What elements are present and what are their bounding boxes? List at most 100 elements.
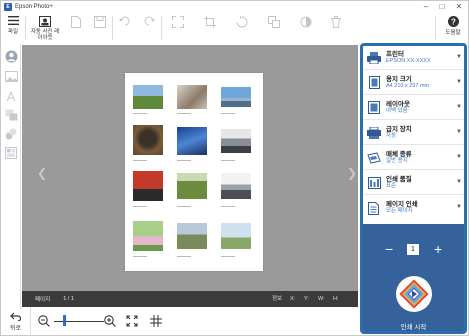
layout-tool-button[interactable] xyxy=(1,143,21,162)
height-label: H: xyxy=(333,296,339,302)
zoom-slider[interactable] xyxy=(54,321,104,322)
paper-preview xyxy=(125,73,263,271)
person-tool-button[interactable] xyxy=(1,45,21,67)
photo-thumbnail[interactable] xyxy=(133,85,163,109)
crop-button[interactable] xyxy=(194,13,226,28)
fit-to-window-icon[interactable] xyxy=(126,315,138,327)
text-icon: A xyxy=(7,90,16,102)
redo-button[interactable] xyxy=(137,13,161,26)
auto-photo-layout-label-2: 이아웃 xyxy=(37,35,53,41)
photo-thumbnail[interactable] xyxy=(221,87,251,107)
delete-button[interactable] xyxy=(322,13,350,28)
file-label: 파일 xyxy=(7,29,19,35)
caption-line xyxy=(133,256,147,257)
zoom-in-icon[interactable] xyxy=(104,315,116,327)
photo-thumbnail[interactable] xyxy=(221,223,251,249)
crop-icon xyxy=(204,16,216,28)
setting-printer[interactable]: 프린터 EPSON XX-XXXX ▼ xyxy=(363,46,464,70)
print-quality-icon xyxy=(365,173,383,193)
frame-icon xyxy=(5,109,17,120)
zoom-out-icon[interactable] xyxy=(38,315,50,327)
frame-tool-button[interactable] xyxy=(1,105,21,124)
caption-line xyxy=(133,206,147,207)
photo-tool-button[interactable] xyxy=(1,67,21,86)
svg-text:?: ? xyxy=(451,17,456,26)
copies-input[interactable]: 1 xyxy=(407,244,419,255)
close-button[interactable]: ✕ xyxy=(452,1,466,13)
photo-thumbnail[interactable] xyxy=(133,221,163,251)
adjust-icon xyxy=(300,16,312,28)
back-label: 뒤로 xyxy=(9,326,22,332)
previous-page-icon[interactable]: ❮ xyxy=(37,166,47,180)
setting-label: 용지 크기 xyxy=(386,75,412,83)
caption-line xyxy=(177,206,191,207)
stamp-icon xyxy=(5,128,16,139)
arrange-icon xyxy=(268,16,280,28)
save-button[interactable] xyxy=(88,13,112,28)
caption-line xyxy=(133,160,147,161)
chevron-down-icon: ▼ xyxy=(456,204,462,210)
setting-value: A4 210 x 297 mm xyxy=(386,82,430,89)
setting-label: 매체 종류 xyxy=(386,150,412,158)
setting-paper-source[interactable]: 급지 장치 자동 ▼ xyxy=(363,121,464,145)
print-settings-panel: 프린터 EPSON XX-XXXX ▼ 용지 크기 A4 210 x 297 m… xyxy=(360,43,467,334)
setting-media-type[interactable]: 매체 종류 일반 용지 ▼ xyxy=(363,146,464,170)
photo-thumbnail[interactable] xyxy=(133,125,163,155)
arrange-button[interactable] xyxy=(258,13,290,28)
text-tool-button[interactable]: A xyxy=(1,86,21,105)
status-bar: 페이지 1 / 1 정보 X: Y: W: H: xyxy=(22,291,358,307)
setting-value: 일반 용지 xyxy=(386,157,408,164)
setting-label: 프린터 xyxy=(386,50,404,58)
grid-icon[interactable] xyxy=(150,315,162,327)
decrease-copies-button[interactable]: − xyxy=(385,242,393,256)
photo-thumbnail[interactable] xyxy=(177,127,207,155)
fit-button[interactable] xyxy=(162,13,194,28)
rotate-button[interactable] xyxy=(226,13,258,28)
help-label: 도움말 xyxy=(445,30,461,36)
setting-paper-size[interactable]: 용지 크기 A4 210 x 297 mm ▼ xyxy=(363,71,464,95)
setting-print-pages[interactable]: 페이지 인쇄 모든 페이지 ▼ xyxy=(363,196,464,220)
help-button[interactable]: ? 도움말 xyxy=(436,13,469,36)
undo-button[interactable] xyxy=(113,13,137,26)
redo-icon xyxy=(144,16,155,26)
new-page-button[interactable] xyxy=(64,13,88,28)
back-button[interactable]: 뒤로 xyxy=(1,307,31,336)
caption-line xyxy=(177,256,191,257)
photo-thumbnail[interactable] xyxy=(221,173,251,199)
setting-print-quality[interactable]: 인쇄 품질 표준 ▼ xyxy=(363,171,464,195)
photo-thumbnail[interactable] xyxy=(177,223,207,249)
file-menu-button[interactable]: 파일 xyxy=(1,13,25,35)
window-title: Epson Photo+ xyxy=(15,4,53,10)
preview-canvas[interactable]: ❮ ❯ xyxy=(22,45,358,291)
photo-thumbnail[interactable] xyxy=(133,171,163,201)
save-icon xyxy=(94,16,106,28)
maximize-button[interactable]: □ xyxy=(435,1,449,13)
chevron-down-icon: ▼ xyxy=(456,129,462,135)
media-type-icon xyxy=(365,148,383,168)
x-coordinate-label: X: xyxy=(290,296,296,302)
svg-text:A: A xyxy=(7,90,16,102)
y-coordinate-label: Y: xyxy=(304,296,309,302)
stamp-tool-button[interactable] xyxy=(1,124,21,143)
toolbar: 파일 자동 사진 레 이아웃 ? 도움말 xyxy=(1,13,469,43)
caption-line xyxy=(221,113,235,114)
increase-copies-button[interactable]: + xyxy=(434,242,442,256)
setting-value: EPSON XX-XXXX xyxy=(386,57,431,64)
next-page-icon[interactable]: ❯ xyxy=(347,166,357,180)
photo-thumbnail[interactable] xyxy=(221,129,251,153)
minimize-button[interactable]: – xyxy=(419,1,433,13)
adjust-button[interactable] xyxy=(290,13,322,28)
photo-thumbnail[interactable] xyxy=(177,173,207,199)
photo-thumbnail[interactable] xyxy=(177,85,207,109)
setting-layout[interactable]: 레이아웃 여백 있음 ▼ xyxy=(363,96,464,120)
layout-borders-icon xyxy=(365,98,383,118)
setting-label: 인쇄 품질 xyxy=(386,175,412,183)
print-pages-icon xyxy=(365,198,383,218)
trash-icon xyxy=(331,16,341,28)
zoom-slider-handle[interactable] xyxy=(63,315,66,326)
start-print-button[interactable] xyxy=(396,276,432,312)
setting-label: 페이지 인쇄 xyxy=(386,201,418,208)
layout-icon xyxy=(5,146,17,159)
auto-photo-layout-button[interactable]: 자동 사진 레 이아웃 xyxy=(26,13,64,41)
chevron-down-icon: ▼ xyxy=(456,179,462,185)
